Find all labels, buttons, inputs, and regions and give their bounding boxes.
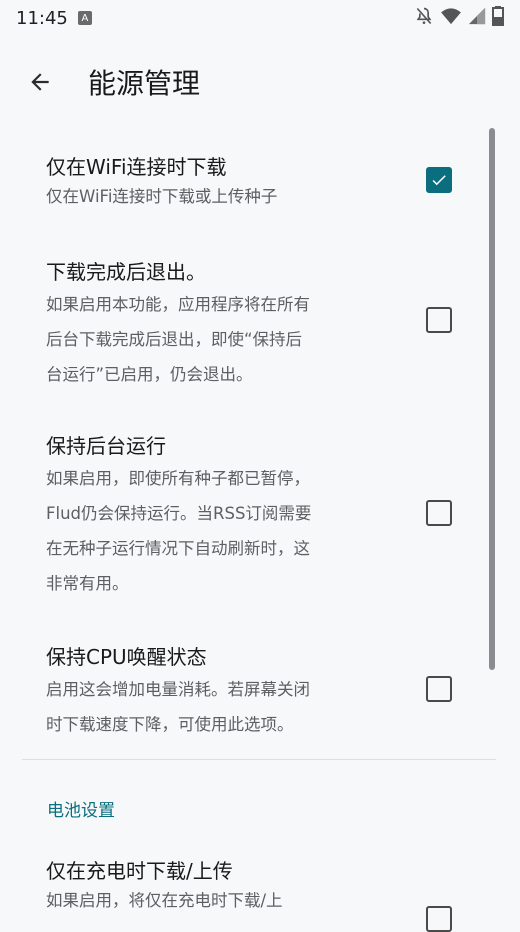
toolbar: 能源管理 bbox=[0, 52, 520, 112]
notifications-off-icon bbox=[414, 6, 434, 30]
pref-summary-line: 启用这会增加电量消耗。若屏幕关闭 bbox=[46, 680, 310, 699]
checkbox-keep-cpu-awake[interactable] bbox=[426, 676, 452, 702]
pref-title: 保持CPU唤醒状态 bbox=[46, 645, 207, 669]
checkbox-keep-running[interactable] bbox=[426, 500, 452, 526]
status-bar: 11:45 A bbox=[0, 0, 520, 36]
checkbox-wifi-only[interactable] bbox=[426, 167, 452, 193]
signal-icon bbox=[468, 7, 486, 29]
pref-title: 下载完成后退出。 bbox=[46, 260, 206, 284]
pref-summary-line: 后台下载完成后退出，即使“保持后 bbox=[46, 330, 303, 349]
pref-summary-line: 台运行”已启用，仍会退出。 bbox=[46, 365, 253, 384]
page-title: 能源管理 bbox=[88, 67, 201, 100]
section-divider bbox=[22, 759, 496, 760]
pref-summary-line: 时下载速度下降，可使用此选项。 bbox=[46, 715, 294, 734]
scrollbar-thumb[interactable] bbox=[489, 128, 495, 670]
back-button[interactable] bbox=[26, 68, 54, 96]
pref-title: 仅在WiFi连接时下载 bbox=[46, 155, 227, 179]
a-notification-icon: A bbox=[77, 11, 92, 25]
pref-summary-line: Flud仍会保持运行。当RSS订阅需要 bbox=[46, 504, 312, 523]
check-icon bbox=[432, 175, 446, 186]
back-arrow-icon bbox=[31, 73, 49, 91]
battery-icon bbox=[492, 6, 504, 30]
checkbox-download-only-charging[interactable] bbox=[426, 906, 452, 932]
pref-summary-line: 如果启用本功能，应用程序将在所有 bbox=[46, 295, 310, 314]
pref-title: 保持后台运行 bbox=[46, 434, 166, 458]
pref-title: 仅在充电时下载/上传 bbox=[46, 859, 233, 883]
status-time: 11:45 bbox=[16, 7, 68, 29]
pref-summary-line: 如果启用，即使所有种子都已暂停， bbox=[46, 469, 310, 488]
checkbox-exit-after-download[interactable] bbox=[426, 307, 452, 333]
pref-summary-line: 在无种子运行情况下自动刷新时，这 bbox=[46, 539, 310, 558]
category-battery-settings: 电池设置 bbox=[47, 801, 115, 821]
pref-summary: 仅在WiFi连接时下载或上传种子 bbox=[46, 187, 278, 206]
pref-summary-line: 如果启用，将仅在充电时下载/上 bbox=[46, 891, 283, 910]
pref-summary-line: 非常有用。 bbox=[46, 574, 129, 593]
wifi-icon bbox=[440, 7, 462, 29]
